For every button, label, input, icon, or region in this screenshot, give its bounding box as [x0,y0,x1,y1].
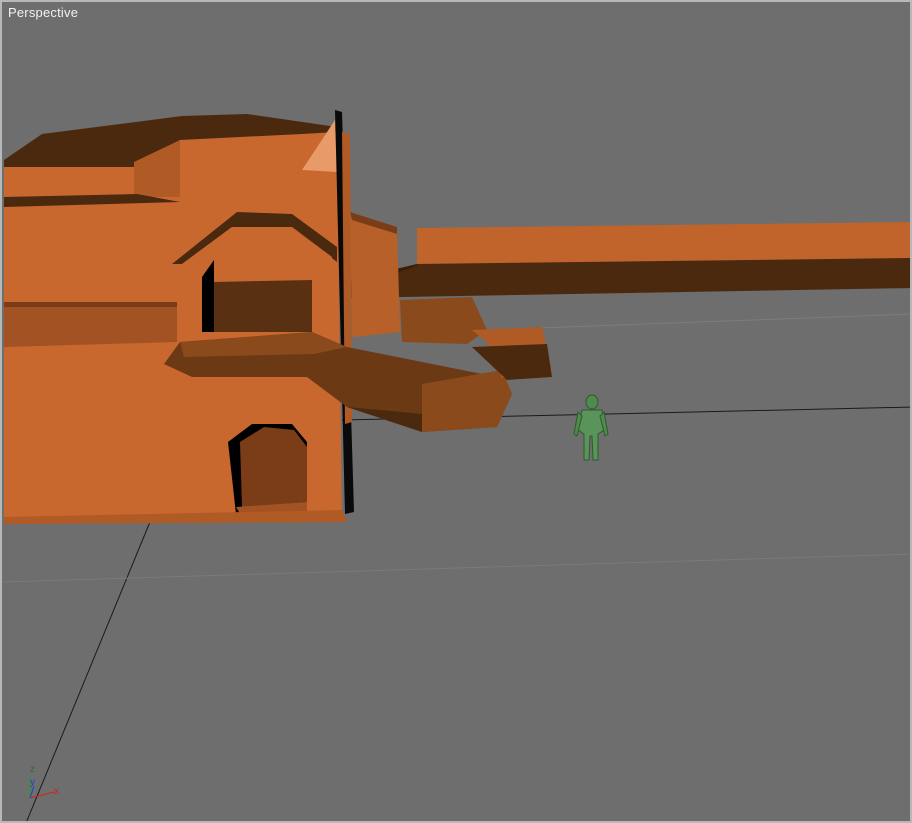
character-model[interactable] [573,394,609,461]
axis-z-label: z [30,764,35,775]
axis-x-label: x [54,786,59,797]
beam-model [342,222,910,298]
viewport-label[interactable]: Perspective [8,5,78,20]
axis-y-label: y [30,777,35,788]
scene-canvas[interactable] [2,2,912,823]
perspective-viewport[interactable]: Perspective z y x [0,0,912,823]
building-model [4,110,552,524]
axis-gizmo-lines [29,776,55,799]
axis-gizmo: z y x [20,760,80,810]
